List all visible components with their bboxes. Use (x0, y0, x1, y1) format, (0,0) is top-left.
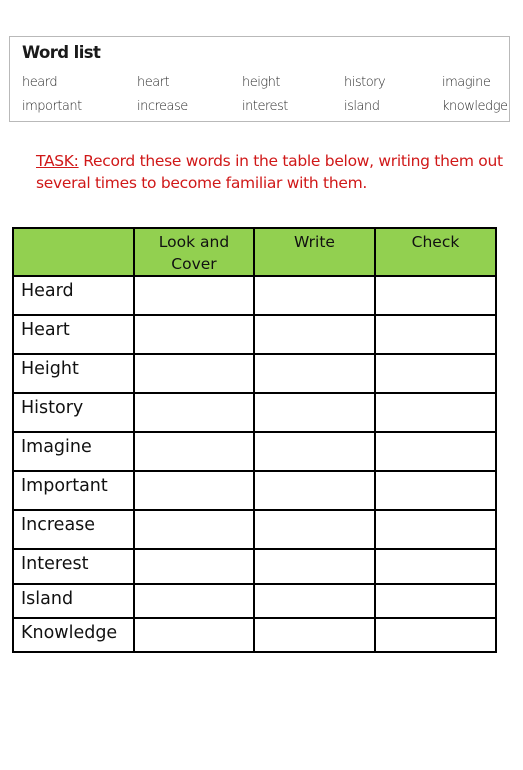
look-and-cover-cell[interactable] (133, 431, 255, 472)
word-list-title: Word list (22, 43, 101, 62)
look-and-cover-cell[interactable] (133, 617, 255, 653)
word-list-item: increase (137, 99, 188, 114)
word-cell: Increase (12, 509, 135, 550)
word-list-box: Word list heard heart height history ima… (9, 36, 510, 122)
word-cell: History (12, 392, 135, 433)
word-list-item: heard (22, 75, 58, 90)
check-cell[interactable] (374, 392, 497, 433)
look-and-cover-cell[interactable] (133, 470, 255, 511)
table-row: Heart (12, 314, 497, 355)
table-row: Knowledge (12, 617, 497, 653)
look-and-cover-cell[interactable] (133, 314, 255, 355)
task-label: TASK: (36, 152, 79, 170)
word-cell: Height (12, 353, 135, 394)
spelling-table: Look and Cover Write Check Heard Heart Hei… (12, 227, 497, 653)
word-cell: Heart (12, 314, 135, 355)
table-row: Important (12, 470, 497, 511)
table-row: Island (12, 583, 497, 619)
table-row: Height (12, 353, 497, 394)
check-cell[interactable] (374, 470, 497, 511)
header-look-and-cover: Look and Cover (133, 227, 255, 277)
word-list-item: history (344, 75, 386, 90)
word-cell: Imagine (12, 431, 135, 472)
write-cell[interactable] (253, 392, 376, 433)
word-list-item: knowledge (442, 99, 508, 114)
word-list-item: island (344, 99, 380, 114)
table-row: Imagine (12, 431, 497, 472)
word-cell: Heard (12, 275, 135, 316)
word-cell: Knowledge (12, 617, 135, 653)
look-and-cover-cell[interactable] (133, 392, 255, 433)
task-instructions: TASK: Record these words in the table be… (36, 150, 506, 194)
table-row: Increase (12, 509, 497, 550)
table-row: History (12, 392, 497, 433)
check-cell[interactable] (374, 583, 497, 619)
check-cell[interactable] (374, 353, 497, 394)
word-cell: Important (12, 470, 135, 511)
word-cell: Island (12, 583, 135, 619)
task-text: Record these words in the table below, w… (36, 152, 503, 192)
header-check: Check (374, 227, 497, 277)
write-cell[interactable] (253, 470, 376, 511)
check-cell[interactable] (374, 275, 497, 316)
table-header-row: Look and Cover Write Check (12, 227, 497, 277)
look-and-cover-cell[interactable] (133, 583, 255, 619)
write-cell[interactable] (253, 431, 376, 472)
word-cell: Interest (12, 548, 135, 585)
check-cell[interactable] (374, 314, 497, 355)
look-and-cover-cell[interactable] (133, 275, 255, 316)
word-list-item: interest (242, 99, 288, 114)
look-and-cover-cell[interactable] (133, 353, 255, 394)
check-cell[interactable] (374, 509, 497, 550)
word-list-item: important (22, 99, 82, 114)
word-list-item: heart (137, 75, 170, 90)
check-cell[interactable] (374, 617, 497, 653)
word-list-item: height (242, 75, 281, 90)
table-row: Interest (12, 548, 497, 585)
look-and-cover-cell[interactable] (133, 548, 255, 585)
check-cell[interactable] (374, 431, 497, 472)
word-list-item: imagine (442, 75, 491, 90)
header-write: Write (253, 227, 376, 277)
write-cell[interactable] (253, 509, 376, 550)
write-cell[interactable] (253, 548, 376, 585)
write-cell[interactable] (253, 617, 376, 653)
header-word (12, 227, 135, 277)
write-cell[interactable] (253, 314, 376, 355)
write-cell[interactable] (253, 583, 376, 619)
look-and-cover-cell[interactable] (133, 509, 255, 550)
write-cell[interactable] (253, 353, 376, 394)
check-cell[interactable] (374, 548, 497, 585)
table-row: Heard (12, 275, 497, 316)
write-cell[interactable] (253, 275, 376, 316)
